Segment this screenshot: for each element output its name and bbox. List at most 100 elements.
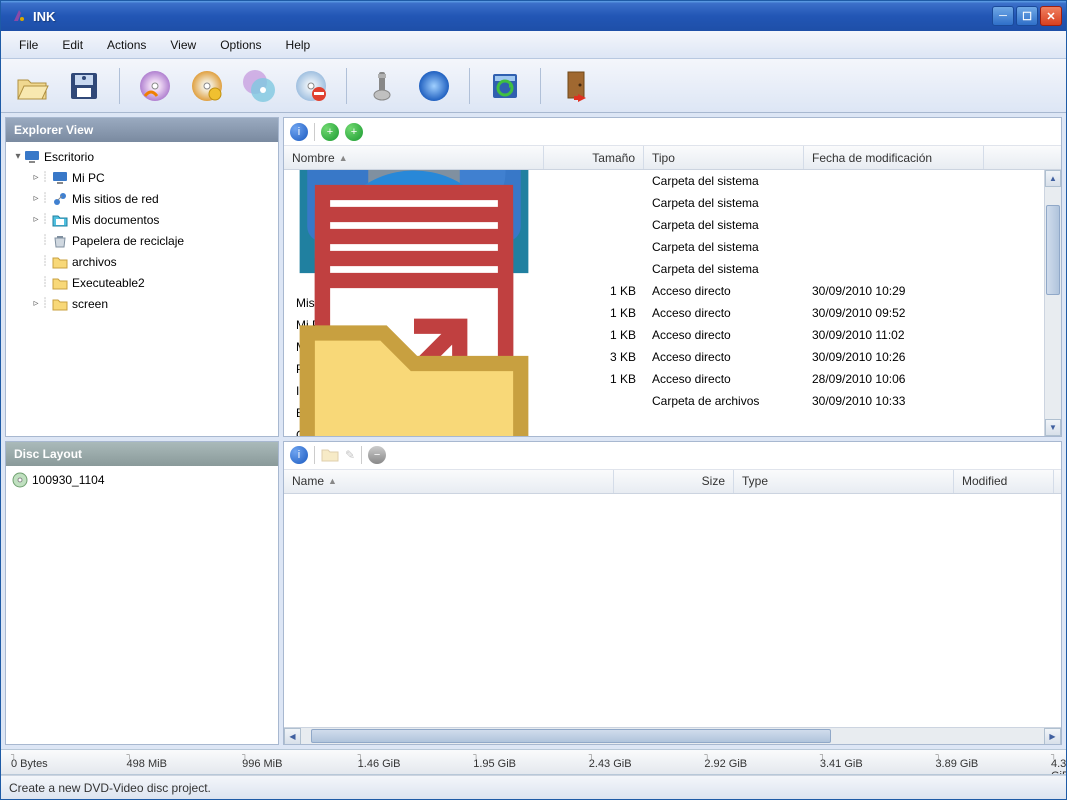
separator	[314, 123, 315, 141]
file-type: Carpeta del sistema	[644, 218, 804, 232]
vertical-scrollbar[interactable]: ▲ ▼	[1044, 170, 1061, 436]
content-area: Explorer View ▾ Escritorio ▹┊Mi PC▹┊Mis …	[1, 113, 1066, 749]
file-type: Carpeta del sistema	[644, 196, 804, 210]
add-all-button[interactable]: +	[345, 123, 363, 141]
tree-item[interactable]: ▹┊Mis sitios de red	[8, 188, 276, 209]
file-type: Acceso directo	[644, 372, 804, 386]
disc-copy-button[interactable]	[238, 65, 280, 107]
sort-asc-icon: ▲	[339, 153, 348, 163]
ruler-mark: 1.95 GiB	[473, 752, 516, 772]
column-type[interactable]: Tipo	[644, 146, 804, 169]
edit-icon[interactable]: ✎	[345, 448, 355, 462]
ruler-mark: 0 Bytes	[11, 752, 48, 772]
maximize-button[interactable]: ☐	[1016, 6, 1038, 26]
disc-file-list[interactable]	[284, 494, 1061, 727]
exit-button[interactable]	[555, 65, 597, 107]
file-type: Carpeta del sistema	[644, 240, 804, 254]
file-size: 1 KB	[544, 284, 644, 298]
ruler-mark: 3.89 GiB	[935, 752, 978, 772]
info-button[interactable]: i	[290, 446, 308, 464]
folder-icon	[292, 272, 536, 436]
column-size[interactable]: Tamaño	[544, 146, 644, 169]
expand-icon[interactable]: ▹	[30, 193, 42, 204]
file-type: Carpeta del sistema	[644, 262, 804, 276]
toolbar-separator	[540, 68, 541, 104]
app-window: INK ─ ☐ ✕ File Edit Actions View Options…	[0, 0, 1067, 800]
recycle-icon	[52, 233, 68, 249]
separator	[314, 446, 315, 464]
column-date[interactable]: Fecha de modificación	[804, 146, 984, 169]
tree-label: Papelera de reciclaje	[72, 234, 184, 248]
disc-tree[interactable]: 100930_1104	[6, 466, 278, 744]
info-button[interactable]: i	[290, 123, 308, 141]
toolbar-separator	[346, 68, 347, 104]
file-list[interactable]: Mis documentosCarpeta del sistemaMi PCCa…	[284, 170, 1061, 436]
file-date: 30/09/2010 10:26	[804, 350, 984, 364]
column-size[interactable]: Size	[614, 470, 734, 493]
disc-audio-button[interactable]	[134, 65, 176, 107]
file-date: 30/09/2010 09:52	[804, 306, 984, 320]
minimize-button[interactable]: ─	[992, 6, 1014, 26]
close-button[interactable]: ✕	[1040, 6, 1062, 26]
desktop-icon	[24, 149, 40, 165]
file-type: Carpeta de archivos	[644, 394, 804, 408]
tree-item[interactable]: ┊Executeable2	[8, 272, 276, 293]
ruler-mark: 996 MiB	[242, 752, 282, 772]
tree-item[interactable]: ▹┊Mis documentos	[8, 209, 276, 230]
tree-item[interactable]: ┊Papelera de reciclaje	[8, 230, 276, 251]
column-type[interactable]: Type	[734, 470, 954, 493]
toolbar-separator	[119, 68, 120, 104]
titlebar[interactable]: INK ─ ☐ ✕	[1, 1, 1066, 31]
open-button[interactable]	[11, 65, 53, 107]
tree-label: archivos	[72, 255, 117, 269]
settings-button[interactable]	[361, 65, 403, 107]
refresh-button[interactable]	[484, 65, 526, 107]
burn-button[interactable]	[413, 65, 455, 107]
folder-icon[interactable]	[321, 447, 339, 463]
file-type: Acceso directo	[644, 284, 804, 298]
tree-item[interactable]: ▹┊screen	[8, 293, 276, 314]
file-type: Acceso directo	[644, 328, 804, 342]
explorer-tree[interactable]: ▾ Escritorio ▹┊Mi PC▹┊Mis sitios de red▹…	[6, 142, 278, 436]
tree-label: Escritorio	[44, 150, 94, 164]
column-name[interactable]: Name▲	[284, 470, 614, 493]
add-button[interactable]: +	[321, 123, 339, 141]
scroll-thumb[interactable]	[1046, 205, 1060, 295]
menu-file[interactable]: File	[9, 34, 48, 56]
horizontal-scrollbar[interactable]: ◀ ▶	[284, 727, 1061, 744]
expand-icon[interactable]: ▹	[30, 298, 42, 309]
tree-item[interactable]: ┊archivos	[8, 251, 276, 272]
collapse-icon[interactable]: ▾	[12, 151, 24, 162]
explorer-mini-toolbar: i + +	[284, 118, 1061, 146]
scroll-up-button[interactable]: ▲	[1045, 170, 1061, 187]
save-button[interactable]	[63, 65, 105, 107]
ruler-mark: 1.46 GiB	[358, 752, 401, 772]
file-date: 30/09/2010 11:02	[804, 328, 984, 342]
menu-options[interactable]: Options	[210, 34, 271, 56]
tree-item[interactable]: ▹┊Mi PC	[8, 167, 276, 188]
menu-edit[interactable]: Edit	[52, 34, 93, 56]
remove-button[interactable]: −	[368, 446, 386, 464]
tree-root[interactable]: ▾ Escritorio	[8, 146, 276, 167]
scroll-right-button[interactable]: ▶	[1044, 728, 1061, 745]
folder-icon	[52, 254, 68, 270]
list-item[interactable]: archivosCarpeta de archivos30/09/2010 10…	[284, 390, 1044, 412]
column-name[interactable]: Nombre▲	[284, 146, 544, 169]
menu-view[interactable]: View	[160, 34, 206, 56]
app-icon	[11, 8, 27, 24]
scroll-down-button[interactable]: ▼	[1045, 419, 1061, 436]
status-text: Create a new DVD-Video disc project.	[9, 781, 211, 795]
scroll-left-button[interactable]: ◀	[284, 728, 301, 745]
scroll-thumb[interactable]	[311, 729, 831, 743]
window-title: INK	[33, 9, 992, 24]
expand-icon[interactable]: ▹	[30, 172, 42, 183]
menu-help[interactable]: Help	[276, 34, 321, 56]
column-modified[interactable]: Modified	[954, 470, 1054, 493]
disc-erase-button[interactable]	[290, 65, 332, 107]
expand-icon[interactable]: ▹	[30, 214, 42, 225]
disc-data-button[interactable]	[186, 65, 228, 107]
toolbar-separator	[469, 68, 470, 104]
menu-actions[interactable]: Actions	[97, 34, 156, 56]
sort-asc-icon: ▲	[328, 476, 337, 486]
disc-root[interactable]: 100930_1104	[8, 470, 276, 491]
